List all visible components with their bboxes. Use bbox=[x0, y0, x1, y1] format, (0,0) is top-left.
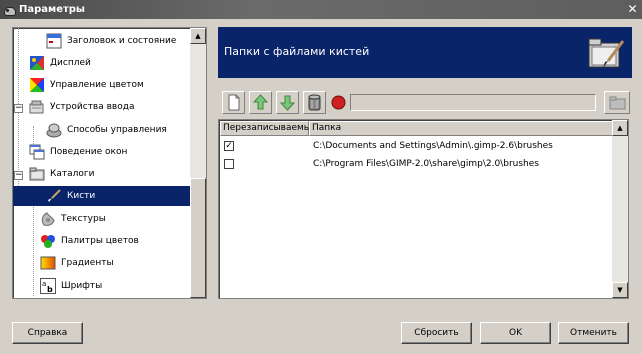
tree-item-gradients[interactable]: Градиенты bbox=[40, 253, 114, 273]
collapse-icon[interactable]: − bbox=[14, 171, 23, 180]
tree-item-label: Кисти bbox=[67, 191, 96, 201]
ok-button[interactable]: OK bbox=[480, 322, 551, 344]
color-management-icon bbox=[29, 77, 45, 93]
new-folder-icon bbox=[228, 94, 240, 111]
table-row[interactable]: C:\Program Files\GIMP-2.0\share\gimp\2.0… bbox=[220, 155, 613, 173]
scroll-up-icon[interactable]: ▲ bbox=[190, 28, 206, 44]
tree-item-folders[interactable]: Каталоги bbox=[29, 164, 95, 184]
tree-item-label: Способы управления bbox=[67, 125, 167, 135]
tree-item-display[interactable]: Дисплей bbox=[29, 53, 91, 73]
tree-scrollbar[interactable]: ▲ bbox=[190, 28, 206, 298]
delete-button[interactable] bbox=[303, 91, 326, 114]
reset-button[interactable]: Сбросить bbox=[401, 322, 472, 344]
svg-text:b: b bbox=[47, 285, 53, 294]
move-up-icon bbox=[252, 94, 269, 110]
pattern-icon bbox=[40, 211, 56, 227]
tree-item-input-devices[interactable]: Устройства ввода bbox=[29, 97, 134, 117]
move-down-icon bbox=[279, 95, 296, 111]
help-button[interactable]: Справка bbox=[12, 322, 83, 344]
input-controllers-icon bbox=[46, 122, 62, 138]
section-title: Папки с файлами кистей bbox=[224, 45, 370, 58]
delete-icon bbox=[308, 94, 321, 111]
table-row[interactable]: ✓ C:\Documents and Settings\Admin\.gimp-… bbox=[220, 137, 613, 155]
display-icon bbox=[29, 55, 45, 71]
palette-icon bbox=[40, 233, 56, 249]
scroll-down-icon[interactable]: ▼ bbox=[612, 282, 628, 298]
tree-item-label: Поведение окон bbox=[50, 147, 128, 157]
tree-item-brushes[interactable]: Кисти bbox=[13, 186, 191, 206]
tree-item-input-controllers[interactable]: Способы управления bbox=[46, 120, 167, 140]
tree-item-label: Управление цветом bbox=[50, 80, 144, 90]
tree-item-palettes[interactable]: Палитры цветов bbox=[40, 231, 139, 251]
scroll-up-icon[interactable]: ▲ bbox=[612, 120, 628, 136]
folder-path: C:\Program Files\GIMP-2.0\share\gimp\2.0… bbox=[313, 159, 539, 169]
writable-checkbox[interactable]: ✓ bbox=[224, 141, 234, 151]
folder-path: C:\Documents and Settings\Admin\.gimp-2.… bbox=[313, 141, 553, 151]
gradient-icon bbox=[40, 255, 56, 271]
browse-button[interactable] bbox=[604, 91, 630, 114]
folder-brush-icon bbox=[588, 35, 626, 71]
section-header: Папки с файлами кистей bbox=[218, 27, 632, 78]
input-devices-icon bbox=[29, 99, 45, 115]
tree-item-label: Заголовок и состояние bbox=[67, 36, 177, 46]
move-up-button[interactable] bbox=[249, 91, 272, 114]
tree-item-label: Текстуры bbox=[61, 214, 106, 224]
tree-item-label: Градиенты bbox=[61, 258, 114, 268]
title-bar: Параметры ✕ bbox=[0, 0, 642, 19]
new-folder-button[interactable] bbox=[222, 91, 245, 114]
tree-item-fonts[interactable]: ab Шрифты bbox=[40, 276, 102, 296]
tree-item-title-status[interactable]: Заголовок и состояние bbox=[46, 31, 176, 51]
window-title: Параметры bbox=[19, 4, 85, 15]
window-management-icon bbox=[29, 144, 45, 160]
column-header-writable[interactable]: Перезаписываемый bbox=[220, 121, 317, 136]
writable-checkbox[interactable] bbox=[224, 159, 234, 169]
tree-item-window-management[interactable]: Поведение окон bbox=[29, 142, 127, 162]
tree-item-label: Дисплей bbox=[50, 58, 91, 68]
column-header-folder[interactable]: Папка bbox=[309, 121, 613, 136]
gimp-app-icon bbox=[3, 4, 16, 16]
tree-item-patterns[interactable]: Текстуры bbox=[40, 209, 106, 229]
close-icon[interactable]: ✕ bbox=[625, 2, 640, 16]
folders-icon bbox=[29, 166, 45, 182]
svg-text:a: a bbox=[42, 280, 46, 288]
scroll-thumb[interactable] bbox=[190, 178, 206, 298]
tree-item-label: Устройства ввода bbox=[50, 102, 135, 112]
font-icon: ab bbox=[40, 278, 56, 294]
folder-path-input[interactable] bbox=[350, 94, 596, 111]
tree-item-label: Палитры цветов bbox=[61, 236, 139, 246]
folder-toolbar bbox=[218, 91, 632, 115]
list-scrollbar[interactable]: ▲ ▼ bbox=[612, 120, 628, 298]
tree-item-label: Каталоги bbox=[50, 169, 95, 179]
cancel-button[interactable]: Отменить bbox=[558, 322, 629, 344]
tree-item-label: Шрифты bbox=[61, 281, 103, 291]
brush-icon bbox=[46, 188, 62, 204]
collapse-icon[interactable]: − bbox=[14, 104, 23, 113]
record-icon[interactable] bbox=[330, 94, 347, 111]
move-down-button[interactable] bbox=[276, 91, 299, 114]
preferences-tree[interactable]: − − Заголовок и состояние Дисплей Управл… bbox=[12, 27, 207, 299]
titlebar-icon bbox=[46, 33, 62, 49]
folder-list[interactable]: Перезаписываемый Папка ✓ C:\Documents an… bbox=[218, 119, 629, 299]
browse-folder-icon bbox=[609, 96, 626, 110]
tree-item-color-management[interactable]: Управление цветом bbox=[29, 75, 144, 95]
